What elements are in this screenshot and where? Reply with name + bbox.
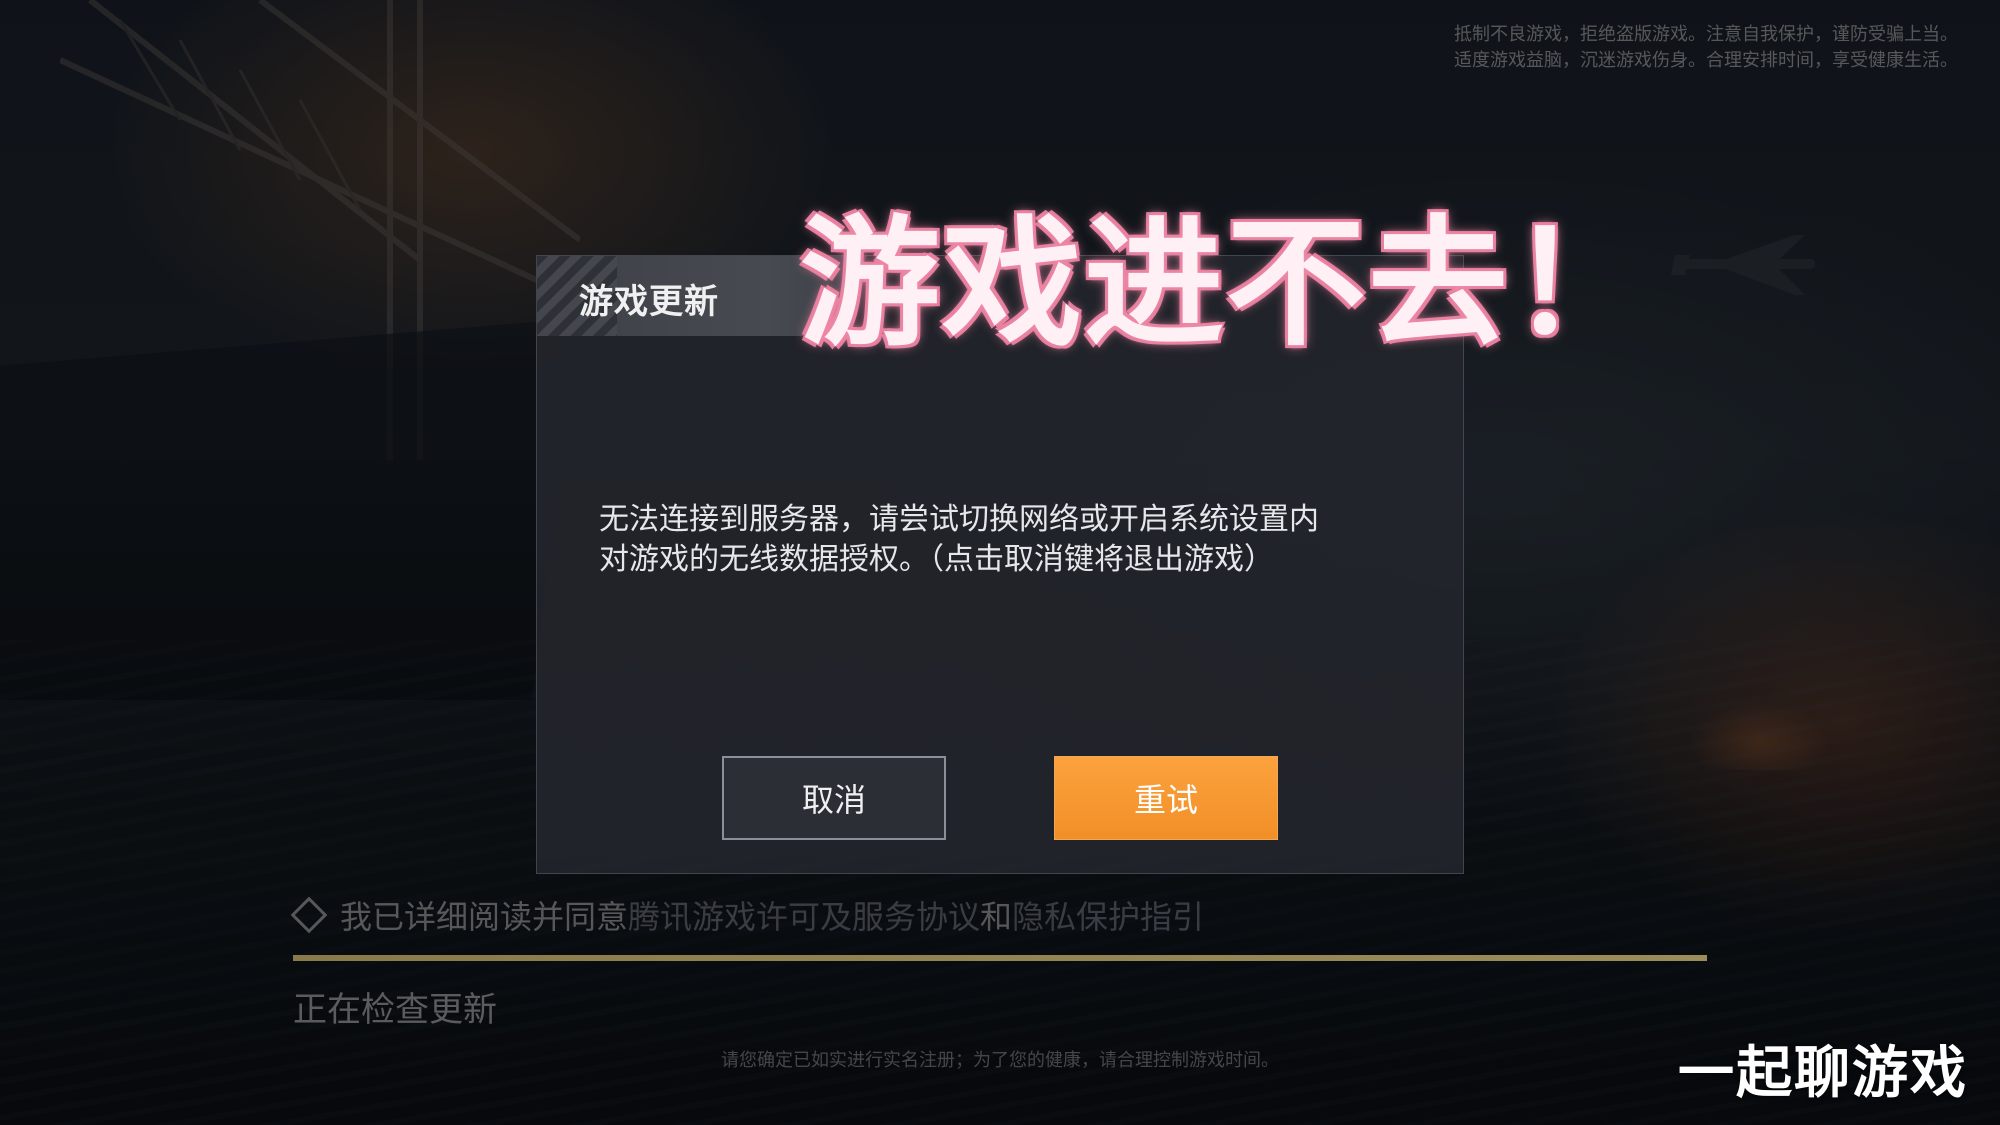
- retry-button[interactable]: 重试: [1054, 756, 1278, 840]
- update-status-text: 正在检查更新: [293, 990, 497, 1030]
- update-progress-fill: [293, 955, 1707, 961]
- dialog-message-line2: 对游戏的无线数据授权。（点击取消键将退出游戏）: [599, 542, 1274, 577]
- agreement-prefix: 我已详细阅读并同意: [340, 898, 629, 936]
- license-agreement-link[interactable]: 腾讯游戏许可及服务协议: [628, 892, 980, 938]
- agreement-row: 我已详细阅读并同意 腾讯游戏许可及服务协议 和 隐私保护指引: [290, 892, 1204, 938]
- health-notice-line2: 适度游戏益脑，沉迷游戏伤身。合理安排时间，享受健康生活。: [1454, 50, 1958, 71]
- overlay-caption: 游戏进不去！: [800, 203, 1653, 366]
- health-notice-top: 抵制不良游戏，拒绝盗版游戏。注意自我保护，谨防受骗上当。 适度游戏益脑，沉迷游戏…: [1358, 22, 1958, 74]
- cancel-button[interactable]: 取消: [722, 756, 946, 840]
- update-progress-bar: [293, 955, 1707, 961]
- dialog-title: 游戏更新: [579, 282, 719, 322]
- channel-watermark: 一起聊游戏: [1678, 1041, 1968, 1106]
- agreement-checkbox[interactable]: [290, 896, 328, 934]
- dialog-message-line1: 无法连接到服务器，请尝试切换网络或开启系统设置内: [599, 502, 1319, 537]
- agreement-connector: 和: [980, 898, 1013, 936]
- privacy-guide-link[interactable]: 隐私保护指引: [1012, 892, 1204, 938]
- health-notice-line1: 抵制不良游戏，拒绝盗版游戏。注意自我保护，谨防受骗上当。: [1454, 24, 1958, 45]
- dialog-message: 无法连接到服务器，请尝试切换网络或开启系统设置内 对游戏的无线数据授权。（点击取…: [599, 500, 1419, 580]
